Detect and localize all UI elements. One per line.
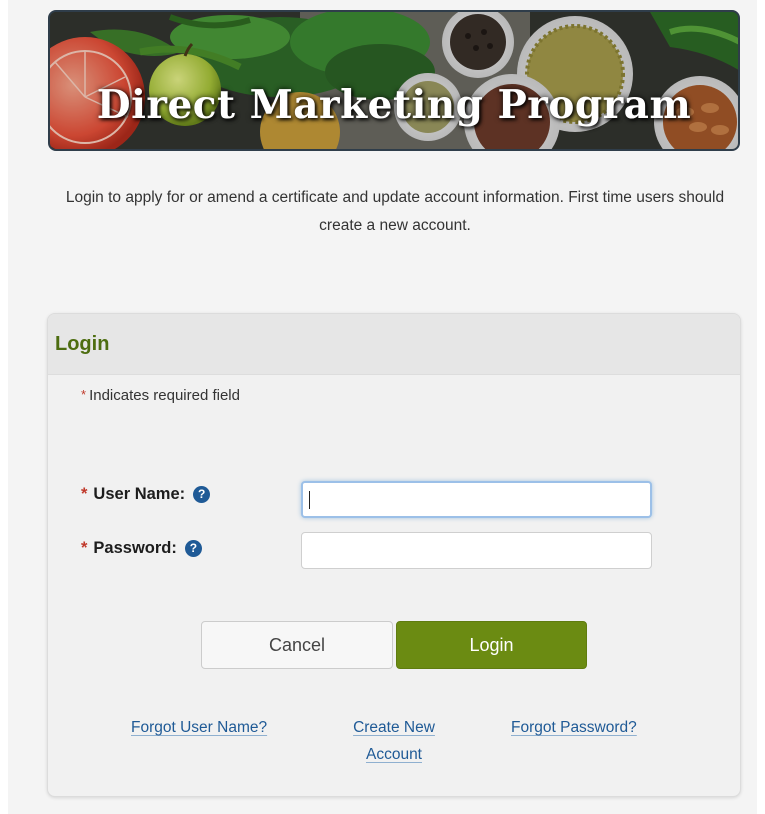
username-label-text: User Name: — [93, 485, 186, 503]
program-banner: Direct Marketing Program — [48, 10, 740, 151]
required-note-text: Indicates required field — [89, 387, 240, 404]
password-input[interactable] — [301, 532, 652, 569]
username-label: * User Name: ? — [81, 485, 211, 504]
create-account-line2[interactable]: Account — [366, 746, 422, 763]
login-button[interactable]: Login — [396, 621, 587, 669]
login-title: Login — [55, 332, 110, 355]
create-account-link[interactable]: Create New Account — [338, 714, 450, 768]
required-note: * Indicates required field — [81, 387, 240, 404]
login-card: Login * Indicates required field * User N… — [47, 313, 741, 797]
forgot-password-link[interactable]: Forgot Password? — [511, 714, 637, 741]
required-star: * — [81, 387, 87, 402]
password-label: * Password: ? — [81, 539, 202, 558]
required-star: * — [81, 539, 88, 557]
question-circle-icon[interactable]: ? — [193, 486, 211, 503]
forgot-username-link[interactable]: Forgot User Name? — [131, 714, 267, 741]
login-card-header: Login — [48, 314, 740, 375]
cancel-button[interactable]: Cancel — [201, 621, 393, 669]
required-star: * — [81, 485, 88, 503]
username-input[interactable] — [301, 481, 652, 518]
password-label-text: Password: — [93, 539, 177, 557]
question-circle-icon[interactable]: ? — [184, 540, 202, 557]
create-account-line1[interactable]: Create New — [353, 719, 435, 736]
intro-text: Login to apply for or amend a certificat… — [65, 189, 725, 234]
text-caret — [309, 491, 310, 509]
banner-title: Direct Marketing Program — [96, 82, 692, 128]
